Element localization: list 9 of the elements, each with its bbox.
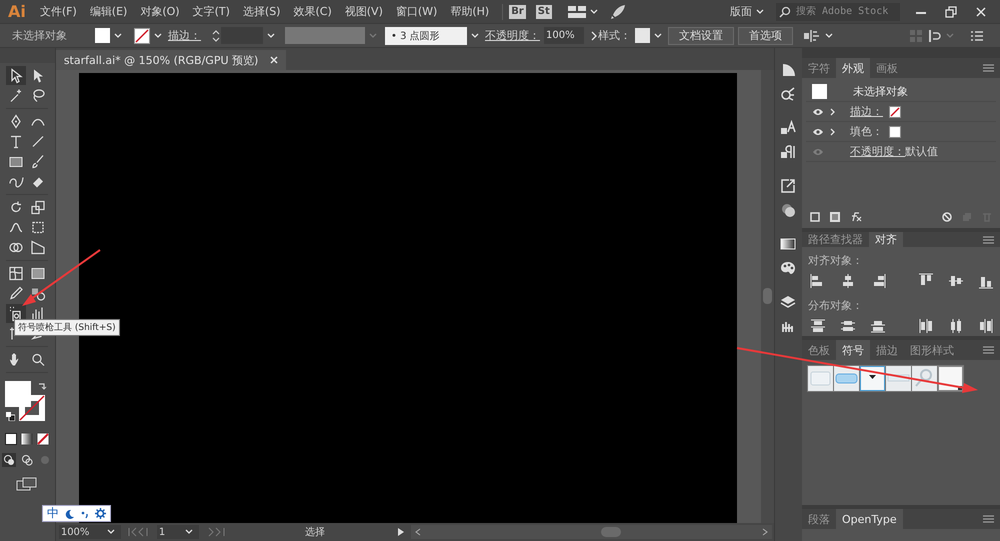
selection-status: 未选择对象 xyxy=(12,28,67,43)
attribute-label: 填色： xyxy=(850,124,883,139)
style-label: 样式： xyxy=(598,28,631,43)
app-logo: Ai xyxy=(8,2,26,21)
section-label: 对齐对象： xyxy=(807,253,864,269)
appearance-title: 未选择对象 xyxy=(853,84,908,99)
attribute-value: 默认值 xyxy=(905,144,938,159)
tooltip: 符号喷枪工具 (Shift+S) xyxy=(14,319,120,336)
section-label: 分布对象： xyxy=(807,298,864,314)
